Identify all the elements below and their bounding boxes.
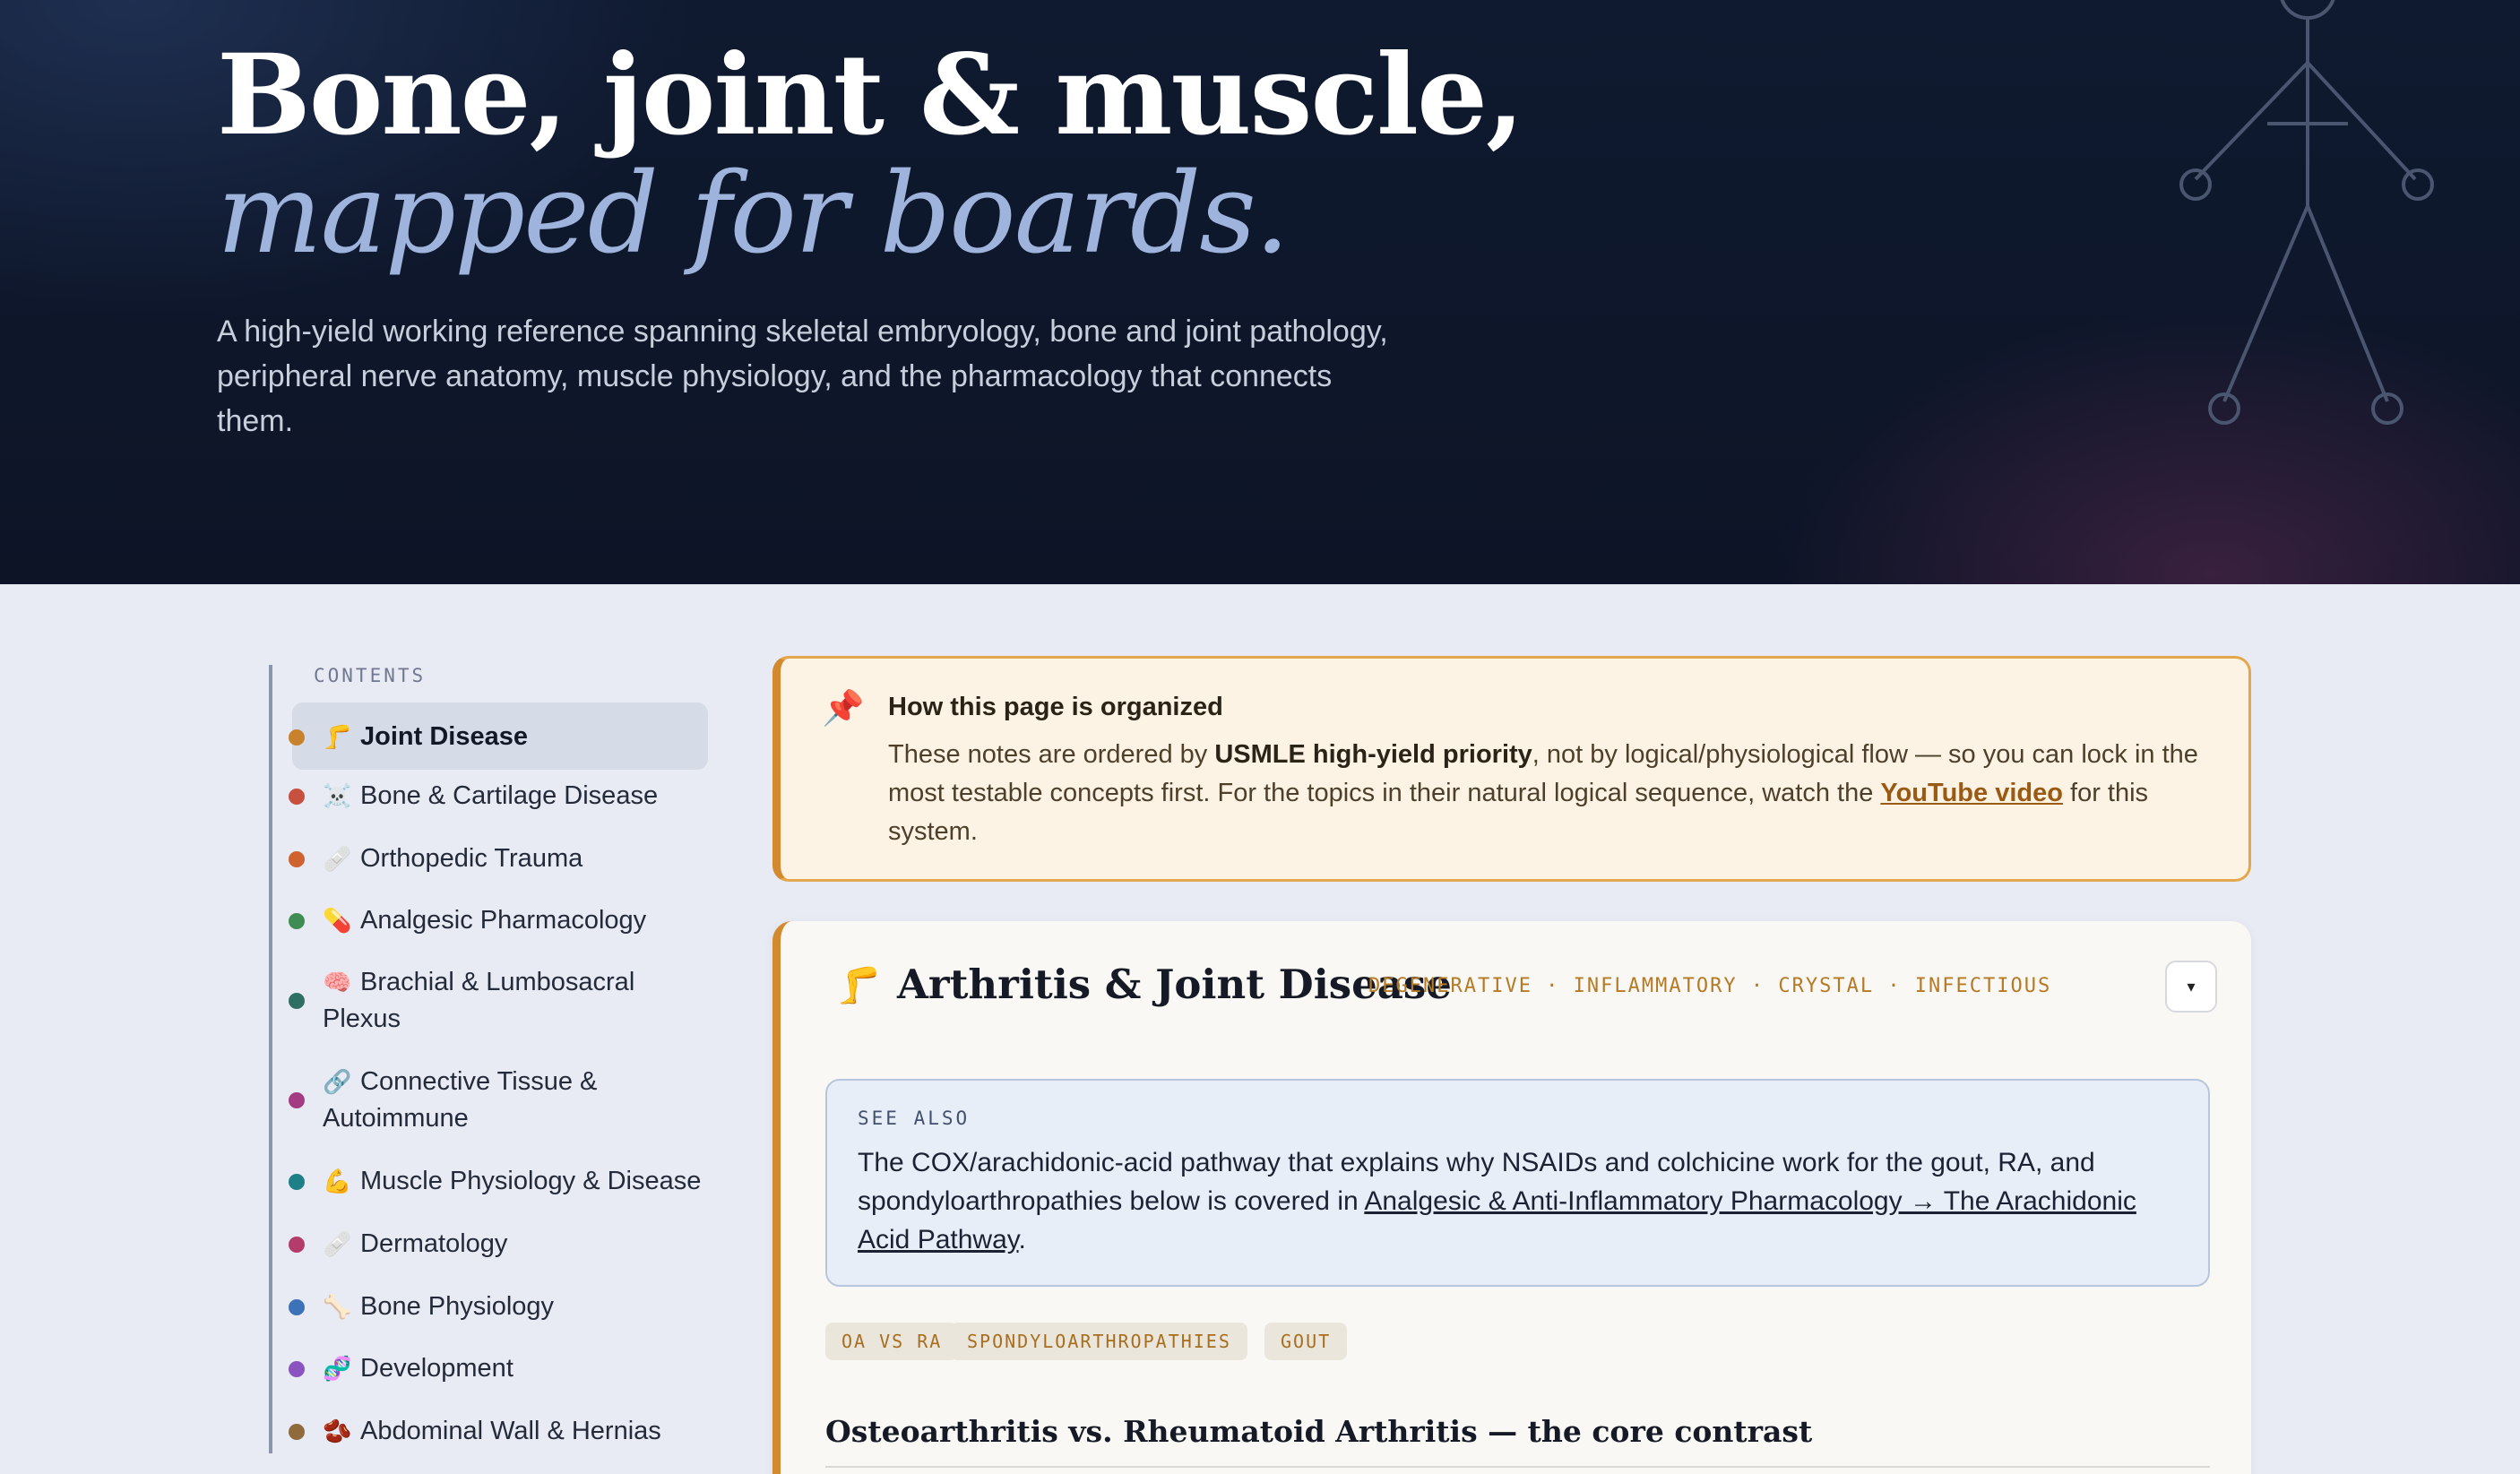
hero-banner: Bone, joint & muscle, mapped for boards.…: [0, 0, 2520, 584]
toc-dot: [289, 1424, 305, 1440]
collapse-toggle-button[interactable]: ▾: [2165, 961, 2217, 1013]
toc-item-muscle-physiology[interactable]: 💪 Muscle Physiology & Disease: [289, 1163, 708, 1200]
callout-text: These notes are ordered by: [888, 740, 1215, 769]
subsection-heading: Osteoarthritis vs. Rheumatoid Arthritis …: [825, 1414, 1813, 1449]
callout-body: These notes are ordered by USMLE high-yi…: [888, 736, 2214, 851]
toc-item-bone-physiology[interactable]: 🦴 Bone Physiology: [289, 1289, 708, 1325]
toc-item-bone-cartilage[interactable]: ☠️ Bone & Cartilage Disease: [289, 778, 708, 815]
see-also-box: SEE ALSO The COX/arachidonic-acid pathwa…: [825, 1079, 2210, 1287]
bean-icon: 🫘: [323, 1418, 352, 1444]
toc-item-label: Brachial & Lumbosacral Plexus: [323, 968, 635, 1033]
toc-item-development[interactable]: 🧬 Development: [289, 1350, 708, 1387]
toc-item-label: Bone Physiology: [360, 1292, 555, 1321]
toc-item-connective-tissue[interactable]: 🔗 Connective Tissue & Autoimmune: [289, 1064, 708, 1137]
skull-icon: ☠️: [323, 782, 352, 809]
toc-item-joint-disease[interactable]: 🦵 Joint Disease: [289, 703, 708, 770]
toc-dot: [289, 1237, 305, 1253]
toc-item-label: Joint Disease: [360, 722, 528, 751]
knee-leg-icon: 🦵: [323, 723, 352, 750]
toc-item-label: Orthopedic Trauma: [360, 844, 583, 873]
toc-item-plexus[interactable]: 🧠 Brachial & Lumbosacral Plexus: [289, 964, 708, 1038]
toc-dot: [289, 729, 305, 746]
hero-title-subline: mapped for boards.: [217, 150, 1290, 279]
toc-dot: [289, 851, 305, 867]
toc-item-label: Dermatology: [360, 1229, 508, 1258]
see-also-body: .: [1018, 1225, 1026, 1254]
brain-icon: 🧠: [323, 969, 352, 996]
subsection-divider: [825, 1466, 2210, 1468]
callout-emphasis: USMLE high-yield priority: [1214, 740, 1532, 769]
toc-dot: [289, 1299, 305, 1315]
pushpin-icon: 📌: [822, 690, 865, 728]
toc-item-label: Muscle Physiology & Disease: [360, 1167, 702, 1195]
youtube-video-link[interactable]: YouTube video: [1880, 779, 2063, 807]
hero-lead: A high-yield working reference spanning …: [217, 315, 1388, 438]
toc-item-abdominal-wall[interactable]: 🫘 Abdominal Wall & Hernias: [289, 1413, 708, 1450]
bandage-icon: 🩹: [323, 1230, 352, 1257]
toc-dot: [289, 1092, 305, 1108]
toc-item-dermatology[interactable]: 🩹 Dermatology: [289, 1226, 708, 1263]
bandage-icon: 🩹: [323, 845, 352, 872]
link-icon: 🔗: [323, 1068, 352, 1095]
toc-dot: [289, 1174, 305, 1190]
toc-item-label: Bone & Cartilage Disease: [360, 781, 659, 810]
chip-gout[interactable]: GOUT: [1264, 1323, 1348, 1360]
knee-leg-icon: 🦵: [836, 966, 881, 1005]
bone-icon: 🦴: [323, 1293, 352, 1320]
toc-item-label: Connective Tissue & Autoimmune: [323, 1067, 598, 1133]
contents-sidebar: CONTENTS 🦵 Joint Disease ☠️ Bone & Cartila…: [269, 665, 717, 1453]
toc-dot: [289, 993, 305, 1009]
callout-title: How this page is organized: [888, 693, 1223, 721]
toc-item-label: Development: [360, 1354, 513, 1383]
toc-item-label: Abdominal Wall & Hernias: [360, 1417, 661, 1445]
page-organization-callout: 📌 How this page is organized These notes…: [772, 656, 2251, 882]
toc-dot: [289, 913, 305, 929]
section-arthritis-joint-disease: 🦵 Arthritis & Joint Disease DEGENERATIVE…: [772, 921, 2251, 1474]
section-tags: DEGENERATIVE · INFLAMMATORY · CRYSTAL · …: [1368, 975, 2052, 997]
stick-figure-skeleton-icon: [2179, 0, 2434, 425]
toc-dot: [289, 789, 305, 805]
hero-title: Bone, joint & muscle,: [217, 30, 1524, 160]
toc-item-analgesic-pharmacology[interactable]: 💊 Analgesic Pharmacology: [289, 902, 708, 939]
see-also-label: SEE ALSO: [858, 1108, 971, 1129]
pill-icon: 💊: [323, 907, 352, 934]
toc-item-orthopedic-trauma[interactable]: 🩹 Orthopedic Trauma: [289, 840, 708, 877]
chip-oa-vs-ra[interactable]: OA VS RA: [825, 1323, 959, 1360]
dna-icon: 🧬: [323, 1355, 352, 1382]
chip-spondyloarthropathies[interactable]: SPONDYLOARTHROPATHIES: [951, 1323, 1247, 1360]
toc-item-label: Analgesic Pharmacology: [360, 906, 647, 935]
flexed-bicep-icon: 💪: [323, 1168, 352, 1194]
toc-dot: [289, 1361, 305, 1377]
contents-label: CONTENTS: [314, 665, 427, 686]
see-also-text: The COX/arachidonic-acid pathway that ex…: [858, 1143, 2184, 1259]
